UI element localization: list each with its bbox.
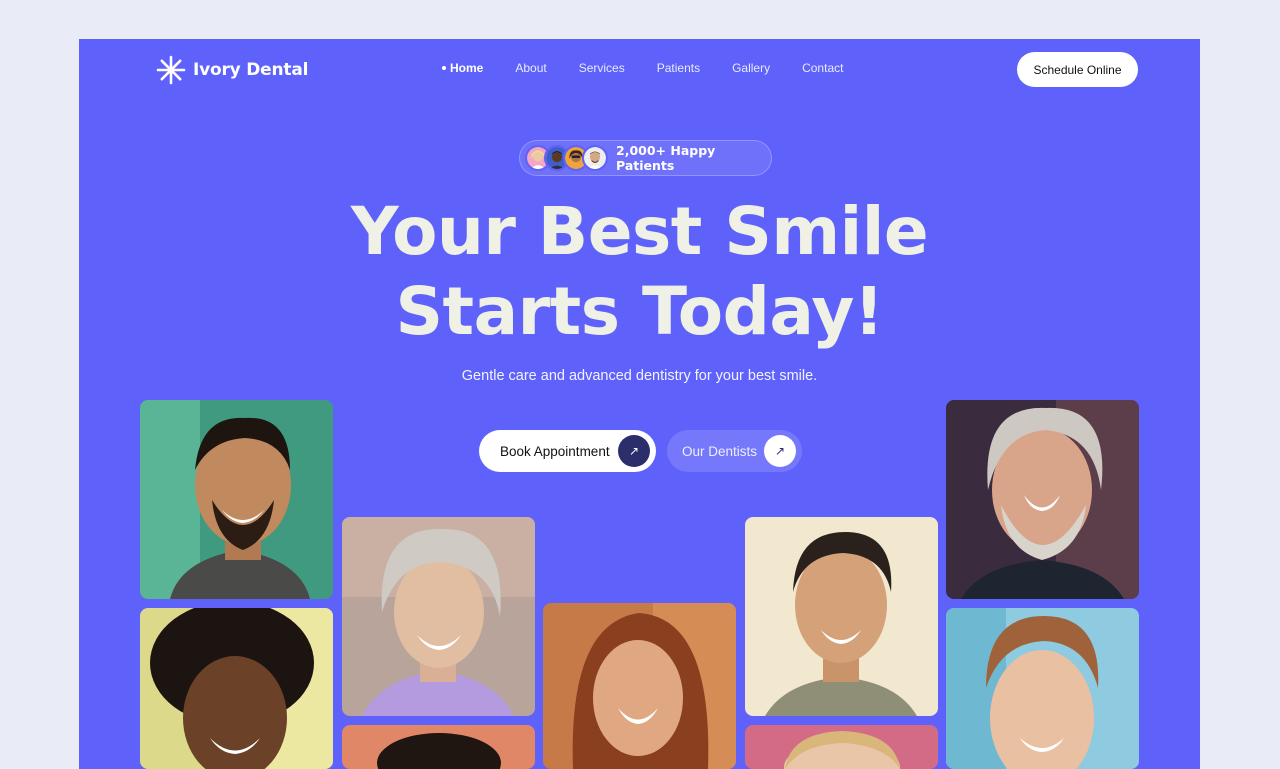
nav-item-gallery[interactable]: Gallery [732,61,770,75]
patient-photo [745,725,938,769]
avatar [582,145,608,171]
arrow-up-right-icon: ↗ [764,435,796,467]
patient-photo [543,603,736,769]
nav-item-home[interactable]: Home [442,61,483,75]
brand-name: Ivory Dental [193,60,309,80]
patient-photo [946,608,1139,769]
patient-photo [140,400,333,599]
headline-line-1: Your Best Smile [350,193,929,270]
logo[interactable]: Ivory Dental [156,55,308,85]
page-title: Your Best Smile Starts Today! [79,192,1200,352]
nav-item-services[interactable]: Services [579,61,625,75]
patient-photo [342,517,535,716]
hero-section: Ivory Dental Home About Services Patient… [79,39,1200,769]
schedule-online-button[interactable]: Schedule Online [1017,52,1138,87]
nav-item-about[interactable]: About [515,61,546,75]
headline-line-2: Starts Today! [395,273,884,350]
hero-subtitle: Gentle care and advanced dentistry for y… [461,368,818,384]
main-nav: Home About Services Patients Gallery Con… [442,61,843,75]
button-label: Book Appointment [500,443,610,459]
asterisk-icon [156,55,186,85]
book-appointment-button[interactable]: Book Appointment ↗ [479,430,656,472]
nav-label: Home [450,61,484,75]
patient-photo [140,608,333,769]
avatar-stack [525,145,608,171]
nav-label: Contact [802,61,844,75]
badge-text: 2,000+ Happy Patients [616,143,716,173]
arrow-up-right-icon: ↗ [618,435,650,467]
happy-patients-badge: 2,000+ Happy Patients [519,140,772,176]
active-dot-icon [442,66,446,70]
nav-item-patients[interactable]: Patients [657,61,700,75]
nav-label: Services [578,61,625,75]
patient-photo [342,725,535,769]
button-label: Our Dentists [682,443,758,459]
nav-label: Gallery [732,61,771,75]
nav-label: Patients [656,61,701,75]
patient-photo [946,400,1139,599]
nav-item-contact[interactable]: Contact [802,61,843,75]
our-dentists-button[interactable]: Our Dentists ↗ [667,430,802,472]
patient-photo [745,517,938,716]
nav-label: About [515,61,547,75]
